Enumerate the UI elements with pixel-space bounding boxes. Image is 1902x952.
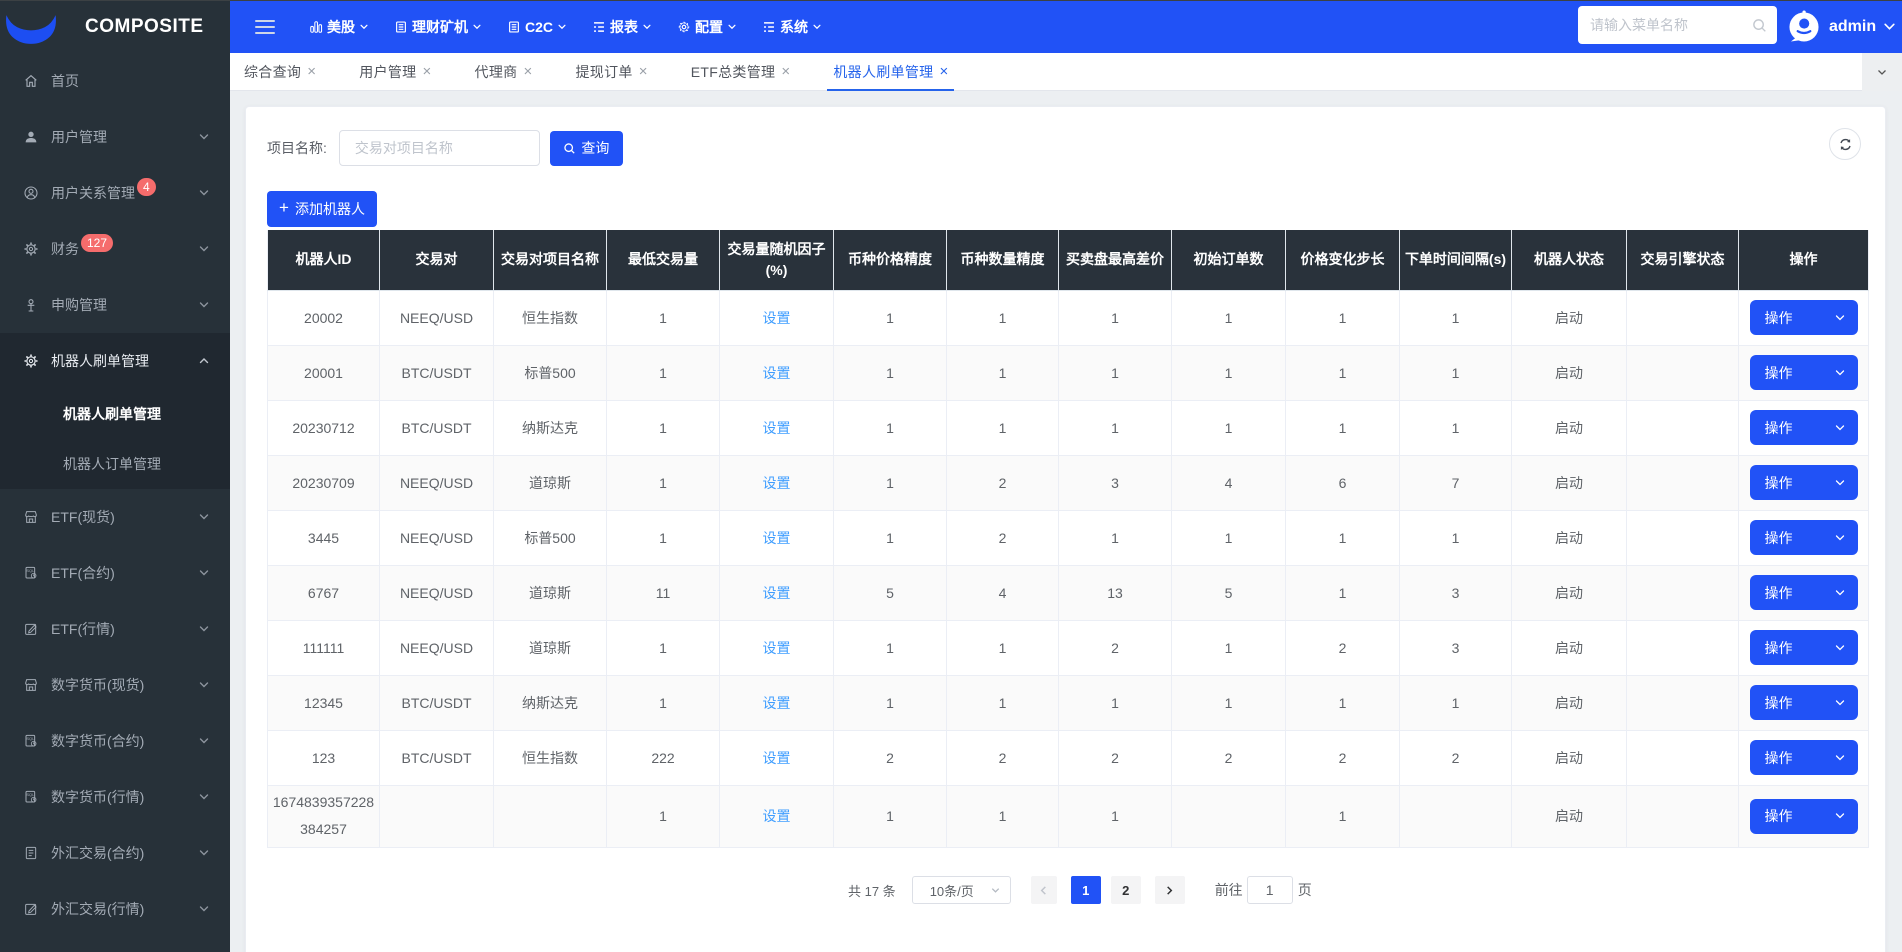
svg-text:SQL: SQL	[26, 792, 35, 797]
svg-text:SQL: SQL	[26, 736, 35, 741]
svg-text:SQL: SQL	[26, 568, 35, 573]
